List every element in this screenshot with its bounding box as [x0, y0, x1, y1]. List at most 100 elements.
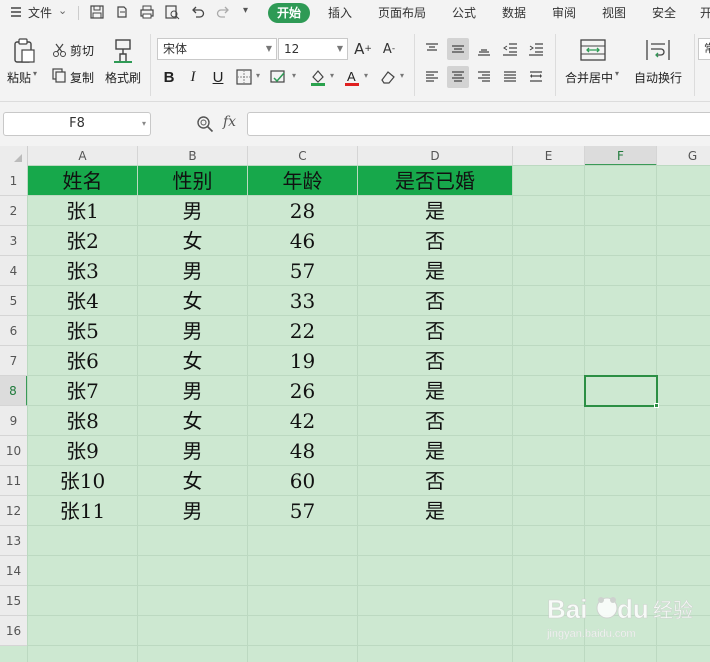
- row-header[interactable]: 6: [0, 316, 28, 346]
- chevron-down-icon[interactable]: ⌄: [58, 4, 67, 17]
- print-icon[interactable]: [139, 4, 155, 20]
- chevron-down-icon[interactable]: ▾: [256, 71, 260, 80]
- tab-page-layout[interactable]: 页面布局: [378, 5, 426, 21]
- decrease-font-size-icon[interactable]: A-: [378, 38, 400, 60]
- bold-icon[interactable]: B: [158, 66, 180, 88]
- table-cell[interactable]: 是: [358, 256, 513, 286]
- distributed-align-icon[interactable]: [525, 66, 547, 88]
- header-cell[interactable]: 年龄: [248, 166, 358, 196]
- table-cell[interactable]: 张1: [28, 196, 138, 226]
- increase-font-size-icon[interactable]: A +: [352, 38, 374, 60]
- justify-icon[interactable]: [499, 66, 521, 88]
- paste-icon[interactable]: [12, 38, 36, 68]
- underline-icon[interactable]: U: [207, 66, 229, 88]
- row-header[interactable]: 8: [0, 376, 28, 406]
- table-cell[interactable]: 46: [248, 226, 358, 256]
- header-cell[interactable]: 姓名: [28, 166, 138, 196]
- format-painter-button[interactable]: 格式刷: [105, 69, 141, 86]
- table-cell[interactable]: 是: [358, 196, 513, 226]
- table-cell[interactable]: 女: [138, 226, 248, 256]
- format-painter-icon[interactable]: [112, 38, 134, 68]
- font-color-icon[interactable]: A: [341, 66, 363, 88]
- row-header[interactable]: 10: [0, 436, 28, 466]
- chevron-down-icon[interactable]: ▾: [330, 71, 334, 80]
- chevron-down-icon[interactable]: ▾: [142, 113, 146, 135]
- table-cell[interactable]: 28: [248, 196, 358, 226]
- row-header[interactable]: 15: [0, 586, 28, 616]
- fill-color-icon[interactable]: [307, 66, 329, 88]
- header-cell[interactable]: 性别: [138, 166, 248, 196]
- table-cell[interactable]: 60: [248, 466, 358, 496]
- table-cell[interactable]: 否: [358, 226, 513, 256]
- table-cell[interactable]: 女: [138, 286, 248, 316]
- table-cell[interactable]: 48: [248, 436, 358, 466]
- increase-indent-icon[interactable]: [525, 38, 547, 60]
- customize-toolbar-icon[interactable]: ▾: [243, 5, 248, 16]
- merge-center-icon[interactable]: [580, 38, 606, 66]
- column-header-a[interactable]: A: [28, 146, 138, 166]
- italic-icon[interactable]: I: [182, 66, 204, 88]
- align-bottom-icon[interactable]: [473, 38, 495, 60]
- align-right-icon[interactable]: [473, 66, 495, 88]
- table-cell[interactable]: 男: [138, 436, 248, 466]
- table-cell[interactable]: 女: [138, 406, 248, 436]
- table-cell[interactable]: 否: [358, 466, 513, 496]
- paste-button[interactable]: 粘贴: [7, 69, 31, 86]
- column-header-b[interactable]: B: [138, 146, 248, 166]
- row-header[interactable]: 1: [0, 166, 28, 196]
- paste-dropdown-icon[interactable]: ▾: [33, 69, 37, 78]
- eraser-icon[interactable]: [377, 66, 399, 88]
- table-cell[interactable]: 张3: [28, 256, 138, 286]
- cell-style-icon[interactable]: [268, 66, 290, 88]
- active-cell-selection[interactable]: [584, 375, 658, 407]
- font-size-select[interactable]: 12 ▼: [278, 38, 348, 60]
- worksheet-grid[interactable]: A B C D E F G 1 2 3 4 5 6 7 8 9 10 11 12 13 14 15 16 姓名…: [0, 146, 710, 662]
- table-cell[interactable]: 是: [358, 496, 513, 526]
- table-cell[interactable]: 否: [358, 346, 513, 376]
- row-header[interactable]: 4: [0, 256, 28, 286]
- align-left-icon[interactable]: [421, 66, 443, 88]
- align-top-icon[interactable]: [421, 38, 443, 60]
- row-header[interactable]: 7: [0, 346, 28, 376]
- tab-home[interactable]: 开始: [268, 3, 311, 23]
- chevron-down-icon[interactable]: ▾: [400, 71, 404, 80]
- formula-input[interactable]: [247, 112, 710, 136]
- column-header-e[interactable]: E: [513, 146, 585, 166]
- tab-developer[interactable]: 开: [700, 5, 710, 21]
- table-cell[interactable]: 张2: [28, 226, 138, 256]
- row-header[interactable]: 3: [0, 226, 28, 256]
- decrease-indent-icon[interactable]: [499, 38, 521, 60]
- table-cell[interactable]: 张10: [28, 466, 138, 496]
- table-cell[interactable]: 女: [138, 346, 248, 376]
- row-header[interactable]: 14: [0, 556, 28, 586]
- tab-security[interactable]: 安全: [652, 5, 676, 21]
- table-cell[interactable]: 否: [358, 286, 513, 316]
- table-cell[interactable]: 女: [138, 466, 248, 496]
- tab-review[interactable]: 审阅: [552, 5, 576, 21]
- table-cell[interactable]: 张7: [28, 376, 138, 406]
- fill-handle[interactable]: [654, 403, 659, 408]
- table-cell[interactable]: 22: [248, 316, 358, 346]
- table-cell[interactable]: 张11: [28, 496, 138, 526]
- table-cell[interactable]: 男: [138, 496, 248, 526]
- table-cell[interactable]: 19: [248, 346, 358, 376]
- column-header-f[interactable]: F: [585, 146, 657, 166]
- table-cell[interactable]: 否: [358, 316, 513, 346]
- copy-icon[interactable]: [52, 68, 67, 87]
- cut-button[interactable]: 剪切: [70, 42, 94, 59]
- copy-button[interactable]: 复制: [70, 69, 94, 86]
- table-cell[interactable]: 33: [248, 286, 358, 316]
- table-cell[interactable]: 42: [248, 406, 358, 436]
- scissors-icon[interactable]: [52, 42, 67, 61]
- table-cell[interactable]: 男: [138, 376, 248, 406]
- tab-view[interactable]: 视图: [602, 5, 626, 21]
- table-cell[interactable]: 张9: [28, 436, 138, 466]
- print-preview-icon[interactable]: [164, 4, 180, 20]
- row-header[interactable]: 13: [0, 526, 28, 556]
- file-menu[interactable]: 文件: [28, 5, 52, 21]
- header-cell[interactable]: 是否已婚: [358, 166, 513, 196]
- row-header[interactable]: 5: [0, 286, 28, 316]
- table-cell[interactable]: 是: [358, 376, 513, 406]
- chevron-down-icon[interactable]: ▾: [615, 69, 619, 78]
- table-cell[interactable]: 26: [248, 376, 358, 406]
